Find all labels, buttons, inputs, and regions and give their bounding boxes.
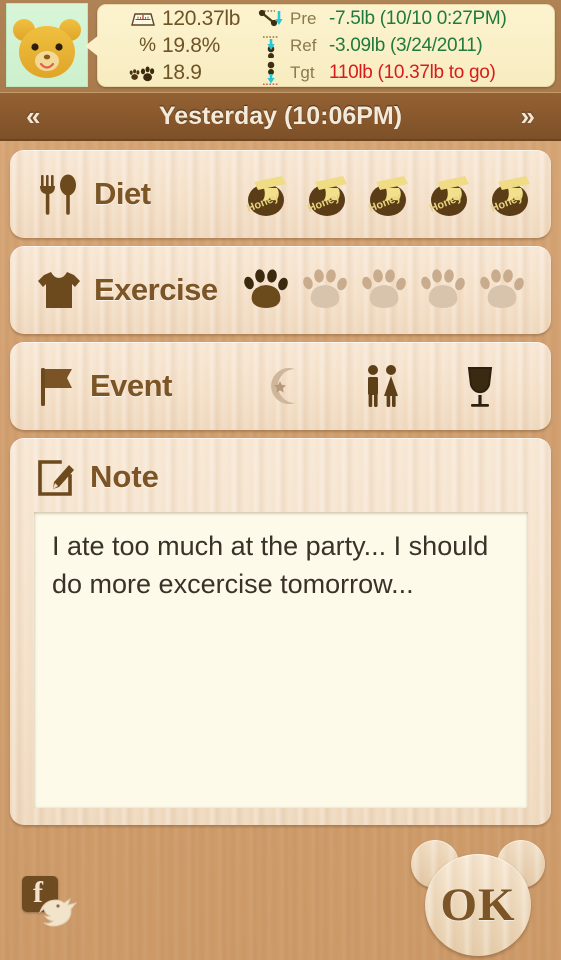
percent-icon: % [139,35,156,56]
stat-pre-label: Pre [290,8,317,28]
flag-icon [41,368,72,406]
next-day-button[interactable]: » [513,99,543,133]
ref-arrow-icon [263,35,279,58]
paw-print-icon[interactable] [478,268,526,312]
ok-button-face: OK [425,854,531,956]
diet-card: Diet Honey Honey Honey Honey Honey [10,150,551,238]
exercise-rating-group[interactable] [242,268,526,312]
note-textarea[interactable]: I ate too much at the party... I should … [34,512,528,808]
stat-ref-label: Ref [290,35,317,55]
event-icon-group [242,363,502,409]
stats-bubble[interactable]: 120.37lb Pre -7.5lb (10/10 0:27PM) % 19.… [85,4,555,87]
stat-tgt-label: Tgt [290,62,315,82]
note-card: Note I ate too much at the party... I sh… [10,438,551,825]
exercise-label: Exercise [94,272,218,307]
crescent-moon-star-icon[interactable] [262,363,306,409]
ok-button-label: OK [440,879,516,931]
paw-print-icon[interactable] [301,268,349,312]
share-buttons[interactable]: f [22,876,88,932]
stat-pre-value: -7.5lb (10/10 0:27PM) [329,7,507,29]
honey-pot-icon[interactable]: Honey [242,170,292,218]
wine-glass-icon[interactable] [458,363,502,409]
exercise-label-group: Exercise [10,269,242,311]
trend-down-icon [258,9,283,26]
paw-print-icon[interactable] [360,268,408,312]
scale-icon [131,12,155,26]
exercise-card: Exercise [10,246,551,334]
fork-and-spoon-icon [40,174,76,215]
diet-rating-group[interactable]: Honey Honey Honey Honey Honey [242,170,536,218]
twitter-bird-icon[interactable] [36,890,84,930]
note-label: Note [90,459,159,494]
diet-label-group: Diet [10,171,242,217]
prev-day-button[interactable]: « [18,99,48,133]
paw-print-icon[interactable] [242,268,290,312]
event-label-group: Event [10,363,242,409]
stat-bodyfat-value: 19.8% [162,33,221,57]
pencil-note-icon [38,460,74,496]
couple-icon[interactable] [360,363,404,409]
stat-weight: 120.37lb [98,7,256,31]
status-header: 120.37lb Pre -7.5lb (10/10 0:27PM) % 19.… [0,0,561,92]
paw-print-icon[interactable] [419,268,467,312]
paws-icon [129,66,155,81]
honey-pot-icon[interactable]: Honey [303,170,353,218]
stat-weight-value: 120.37lb [162,6,241,30]
ok-button[interactable]: OK [411,836,545,958]
stat-bodyfat: % 19.8% [98,34,256,58]
diet-label: Diet [94,176,151,211]
page-title: Yesterday (10:06PM) [158,101,403,130]
stat-bmi-value: 18.9 [162,60,202,84]
stat-ref: Ref -3.09lb (3/24/2011) [256,34,554,58]
bear-avatar-icon [13,18,81,78]
stat-pre: Pre -7.5lb (10/10 0:27PM) [256,7,554,31]
honey-pot-icon[interactable]: Honey [425,170,475,218]
avatar[interactable] [6,3,88,87]
date-navigation-bar: « Yesterday (10:06PM) » [0,92,561,141]
honey-pot-icon[interactable]: Honey [486,170,536,218]
event-card: Event [10,342,551,430]
honey-pot-icon[interactable]: Honey [364,170,414,218]
target-arrow-icon [263,61,279,85]
event-label: Event [90,368,172,403]
stat-tgt-value: 110lb (10.37lb to go) [329,61,496,83]
stat-ref-value: -3.09lb (3/24/2011) [329,34,483,56]
t-shirt-icon [38,272,80,308]
note-label-group: Note [36,456,159,498]
stat-tgt: Tgt 110lb (10.37lb to go) [256,61,554,85]
stat-bmi: 18.9 [98,61,256,85]
